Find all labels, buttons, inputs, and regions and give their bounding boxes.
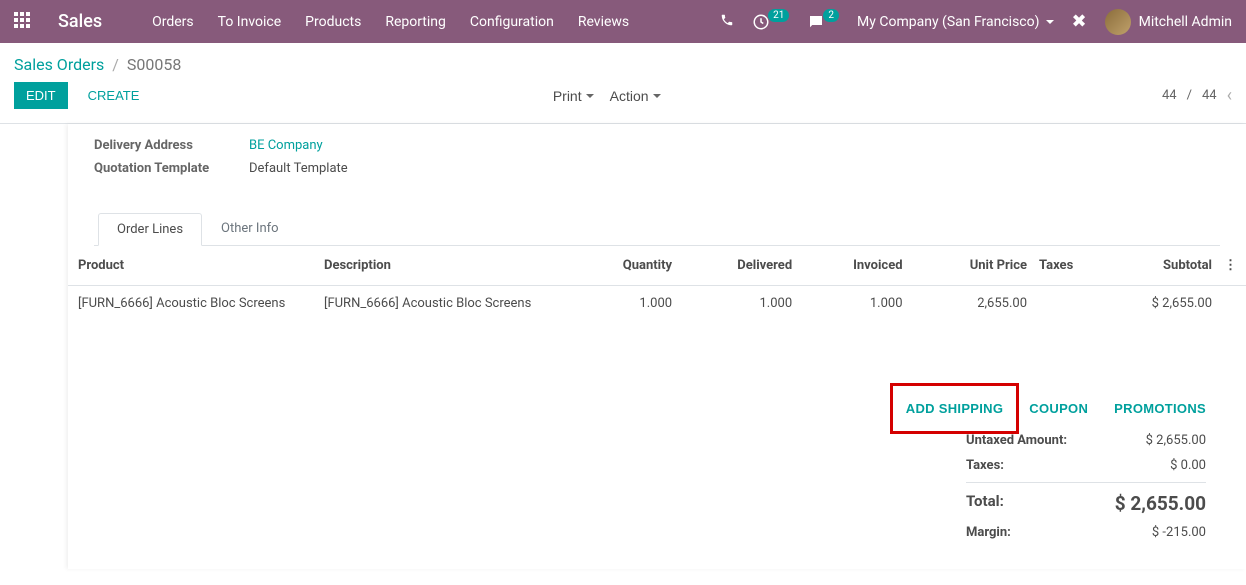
messages-badge: 2 bbox=[823, 9, 839, 22]
cell-description: [FURN_6666] Acoustic Bloc Screens bbox=[318, 286, 568, 322]
line-action-buttons: Add Shipping Coupon Promotions bbox=[68, 321, 1246, 428]
untaxed-label: Untaxed Amount: bbox=[966, 433, 1067, 448]
menu-reporting[interactable]: Reporting bbox=[385, 14, 446, 30]
user-menu[interactable]: Mitchell Admin bbox=[1105, 9, 1232, 35]
debug-icon[interactable]: ✖ bbox=[1072, 11, 1087, 32]
topbar: Sales Orders To Invoice Products Reporti… bbox=[0, 0, 1246, 43]
pager-total: 44 bbox=[1202, 88, 1217, 103]
cell-delivered: 1.000 bbox=[678, 286, 798, 322]
form-sheet: Delivery Address BE Company Quotation Te… bbox=[68, 124, 1246, 569]
pager-prev-icon[interactable]: ‹ bbox=[1227, 85, 1232, 106]
promotions-button[interactable]: Promotions bbox=[1114, 401, 1206, 416]
edit-button[interactable]: Edit bbox=[14, 82, 68, 109]
menu-orders[interactable]: Orders bbox=[152, 14, 194, 30]
col-delivered: Delivered bbox=[678, 246, 798, 286]
col-product: Product bbox=[68, 246, 318, 286]
controls-row: Edit Create Print Action 44 / 44 ‹ bbox=[0, 78, 1246, 124]
menu-to-invoice[interactable]: To Invoice bbox=[218, 14, 282, 30]
table-row[interactable]: [FURN_6666] Acoustic Bloc Screens [FURN_… bbox=[68, 286, 1246, 322]
activity-icon[interactable]: 21 bbox=[752, 13, 789, 31]
table-header-row: Product Description Quantity Delivered I… bbox=[68, 246, 1246, 286]
center-actions: Print Action bbox=[553, 88, 661, 104]
margin-value: $ -215.00 bbox=[1152, 525, 1206, 540]
col-unit-price: Unit Price bbox=[909, 246, 1033, 286]
company-name: My Company (San Francisco) bbox=[857, 14, 1039, 30]
cell-taxes bbox=[1033, 286, 1088, 322]
coupon-button[interactable]: Coupon bbox=[1029, 401, 1088, 416]
user-name: Mitchell Admin bbox=[1139, 14, 1232, 30]
cell-unit-price: 2,655.00 bbox=[909, 286, 1033, 322]
total-margin: Margin: $ -215.00 bbox=[966, 520, 1206, 545]
col-quantity: Quantity bbox=[568, 246, 678, 286]
phone-icon[interactable] bbox=[720, 13, 734, 31]
menu-reviews[interactable]: Reviews bbox=[578, 14, 629, 30]
field-quotation-template: Quotation Template Default Template bbox=[94, 161, 1220, 176]
total-label: Total: bbox=[966, 492, 1004, 515]
field-delivery-address: Delivery Address BE Company bbox=[94, 138, 1220, 153]
totals: Untaxed Amount: $ 2,655.00 Taxes: $ 0.00… bbox=[68, 428, 1246, 545]
avatar bbox=[1105, 9, 1131, 35]
margin-label: Margin: bbox=[966, 525, 1011, 540]
chevron-down-icon bbox=[586, 94, 594, 98]
cell-quantity: 1.000 bbox=[568, 286, 678, 322]
action-label: Action bbox=[610, 88, 649, 104]
action-dropdown[interactable]: Action bbox=[610, 88, 661, 104]
breadcrumb: Sales Orders / S00058 bbox=[0, 43, 1246, 78]
messages-icon[interactable]: 2 bbox=[807, 13, 839, 31]
field-label: Quotation Template bbox=[94, 161, 249, 176]
cell-subtotal: $ 2,655.00 bbox=[1088, 286, 1218, 322]
tab-order-lines[interactable]: Order Lines bbox=[98, 213, 202, 246]
print-label: Print bbox=[553, 88, 582, 104]
untaxed-value: $ 2,655.00 bbox=[1146, 433, 1206, 448]
activity-badge: 21 bbox=[768, 9, 789, 22]
sheet-gutter bbox=[0, 124, 68, 569]
tab-other-info[interactable]: Other Info bbox=[202, 212, 298, 245]
quotation-template-value: Default Template bbox=[249, 161, 348, 176]
col-description: Description bbox=[318, 246, 568, 286]
create-button[interactable]: Create bbox=[76, 82, 152, 109]
col-options-icon[interactable]: ⋮ bbox=[1218, 246, 1246, 286]
breadcrumb-parent[interactable]: Sales Orders bbox=[14, 55, 104, 74]
col-subtotal: Subtotal bbox=[1088, 246, 1218, 286]
taxes-value: $ 0.00 bbox=[1170, 458, 1206, 473]
total-value: $ 2,655.00 bbox=[1115, 492, 1206, 515]
cell-invoiced: 1.000 bbox=[798, 286, 908, 322]
pager: 44 / 44 ‹ bbox=[1162, 85, 1232, 106]
col-invoiced: Invoiced bbox=[798, 246, 908, 286]
sheet-wrap: Delivery Address BE Company Quotation Te… bbox=[0, 124, 1246, 569]
pager-current: 44 bbox=[1162, 88, 1177, 103]
chevron-down-icon bbox=[653, 94, 661, 98]
main-menu: Orders To Invoice Products Reporting Con… bbox=[152, 14, 629, 30]
cell-empty bbox=[1218, 286, 1246, 322]
tabs: Order Lines Other Info bbox=[94, 212, 1220, 246]
breadcrumb-current: S00058 bbox=[127, 55, 181, 74]
col-taxes: Taxes bbox=[1033, 246, 1088, 286]
company-selector[interactable]: My Company (San Francisco) bbox=[857, 14, 1053, 30]
topbar-right: 21 2 My Company (San Francisco) ✖ Mitche… bbox=[720, 9, 1232, 35]
delivery-address-link[interactable]: BE Company bbox=[249, 138, 323, 153]
app-brand[interactable]: Sales bbox=[58, 11, 102, 32]
totals-divider bbox=[966, 482, 1206, 483]
breadcrumb-separator: / bbox=[112, 55, 119, 74]
total-untaxed: Untaxed Amount: $ 2,655.00 bbox=[966, 428, 1206, 453]
cell-product: [FURN_6666] Acoustic Bloc Screens bbox=[68, 286, 318, 322]
pager-sep: / bbox=[1187, 88, 1192, 103]
menu-configuration[interactable]: Configuration bbox=[470, 14, 554, 30]
order-lines-table: Product Description Quantity Delivered I… bbox=[68, 246, 1246, 321]
chevron-down-icon bbox=[1046, 20, 1054, 24]
apps-icon[interactable] bbox=[14, 12, 34, 32]
add-shipping-button[interactable]: Add Shipping bbox=[906, 401, 1004, 416]
field-label: Delivery Address bbox=[94, 138, 249, 153]
total-taxes: Taxes: $ 0.00 bbox=[966, 453, 1206, 478]
total-grand: Total: $ 2,655.00 bbox=[966, 487, 1206, 520]
menu-products[interactable]: Products bbox=[305, 14, 361, 30]
taxes-label: Taxes: bbox=[966, 458, 1004, 473]
form-fields: Delivery Address BE Company Quotation Te… bbox=[68, 138, 1246, 246]
print-dropdown[interactable]: Print bbox=[553, 88, 594, 104]
